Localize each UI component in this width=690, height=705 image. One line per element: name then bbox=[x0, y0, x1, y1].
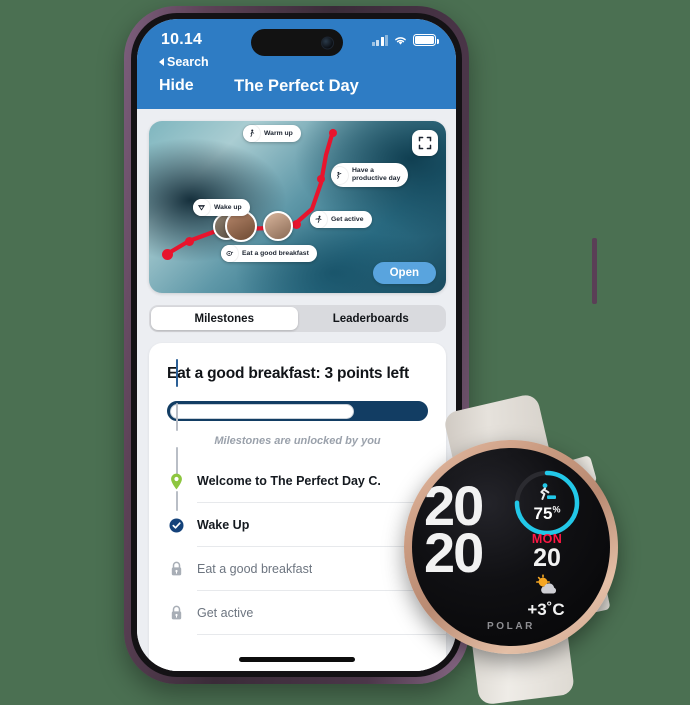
partly-cloudy-icon bbox=[526, 574, 570, 598]
milestone-label: Get active bbox=[197, 606, 254, 620]
lock-icon bbox=[167, 561, 185, 577]
watch-bezel: 20 20 75% MON 20 +3˚C POLAR bbox=[404, 440, 618, 654]
watch-time-minutes: 20 bbox=[424, 521, 484, 584]
route-node-start bbox=[162, 249, 173, 260]
stretching-person-icon bbox=[243, 125, 260, 142]
challenge-map-card[interactable]: Warm up Have a productive day Wake up Ge… bbox=[149, 121, 446, 293]
back-to-search-link[interactable]: Search bbox=[159, 55, 209, 69]
watch-date: 20 bbox=[533, 544, 561, 572]
route-node-4 bbox=[317, 175, 325, 183]
map-marker-wake-up[interactable]: Wake up bbox=[193, 199, 250, 216]
route-node-3 bbox=[292, 220, 301, 229]
milestone-progress-title: Eat a good breakfast: 3 points left bbox=[167, 365, 409, 382]
milestone-label: Eat a good breakfast bbox=[197, 562, 313, 576]
timeline-connector-2 bbox=[175, 403, 178, 431]
front-camera-icon bbox=[320, 36, 334, 49]
open-button[interactable]: Open bbox=[372, 262, 436, 284]
battery-icon bbox=[413, 34, 439, 46]
segmented-tabs: Milestones Leaderboards bbox=[149, 305, 446, 332]
map-marker-productive-day[interactable]: Have a productive day bbox=[331, 163, 409, 187]
app-header: 10.14 Search Hide The Perfect Day bbox=[137, 19, 456, 109]
running-person-icon bbox=[310, 211, 327, 228]
watch-temperature: +3˚C bbox=[527, 600, 565, 619]
map-marker-label: Eat a good breakfast bbox=[242, 250, 309, 257]
watch-time: 20 20 bbox=[424, 478, 484, 584]
wifi-icon bbox=[395, 36, 406, 45]
activity-percent: 75% bbox=[533, 504, 561, 523]
smartwatch-device: 20 20 75% MON 20 +3˚C POLAR bbox=[368, 392, 668, 705]
activity-progress-ring: 75% bbox=[512, 468, 582, 538]
productivity-icon bbox=[331, 166, 348, 184]
status-bar-indicators bbox=[371, 34, 439, 46]
avatar-participant-3[interactable] bbox=[263, 211, 293, 241]
watch-face[interactable]: 20 20 75% MON 20 +3˚C POLAR bbox=[412, 448, 610, 646]
home-indicator[interactable] bbox=[238, 657, 355, 662]
map-marker-label: Get active bbox=[331, 216, 364, 223]
page-title: The Perfect Day bbox=[234, 77, 359, 95]
map-marker-breakfast[interactable]: Eat a good breakfast bbox=[221, 245, 317, 262]
location-pin-icon bbox=[167, 473, 185, 490]
tab-milestones[interactable]: Milestones bbox=[151, 307, 298, 330]
breakfast-icon bbox=[221, 245, 238, 262]
alarm-icon bbox=[193, 199, 210, 216]
phone-power-button[interactable] bbox=[592, 238, 597, 304]
map-marker-label: Wake up bbox=[214, 204, 242, 211]
check-circle-icon bbox=[167, 518, 185, 533]
timeline-connector-1 bbox=[175, 359, 178, 387]
back-chevron-icon bbox=[159, 58, 164, 66]
nav-bar: Hide The Perfect Day bbox=[137, 71, 456, 109]
back-label: Search bbox=[167, 55, 209, 69]
status-bar-time: 10.14 bbox=[161, 31, 203, 48]
route-node-5 bbox=[329, 129, 337, 137]
milestone-label: Welcome to The Perfect Day C. bbox=[197, 474, 381, 488]
walking-person-icon bbox=[540, 483, 556, 500]
watch-brand-logo: POLAR bbox=[487, 621, 535, 632]
cellular-signal-icon bbox=[371, 34, 388, 46]
progress-bar-fill bbox=[169, 403, 354, 419]
lock-icon bbox=[167, 605, 185, 621]
dynamic-island bbox=[250, 29, 343, 56]
map-marker-warm-up[interactable]: Warm up bbox=[243, 125, 301, 142]
map-marker-label: Have a productive day bbox=[352, 166, 401, 182]
map-marker-label: Warm up bbox=[264, 130, 293, 137]
expand-fullscreen-icon[interactable] bbox=[412, 130, 438, 156]
tab-leaderboards[interactable]: Leaderboards bbox=[298, 307, 445, 330]
milestone-label: Wake Up bbox=[197, 518, 250, 532]
map-marker-get-active[interactable]: Get active bbox=[310, 211, 372, 228]
route-node-1 bbox=[185, 237, 194, 246]
